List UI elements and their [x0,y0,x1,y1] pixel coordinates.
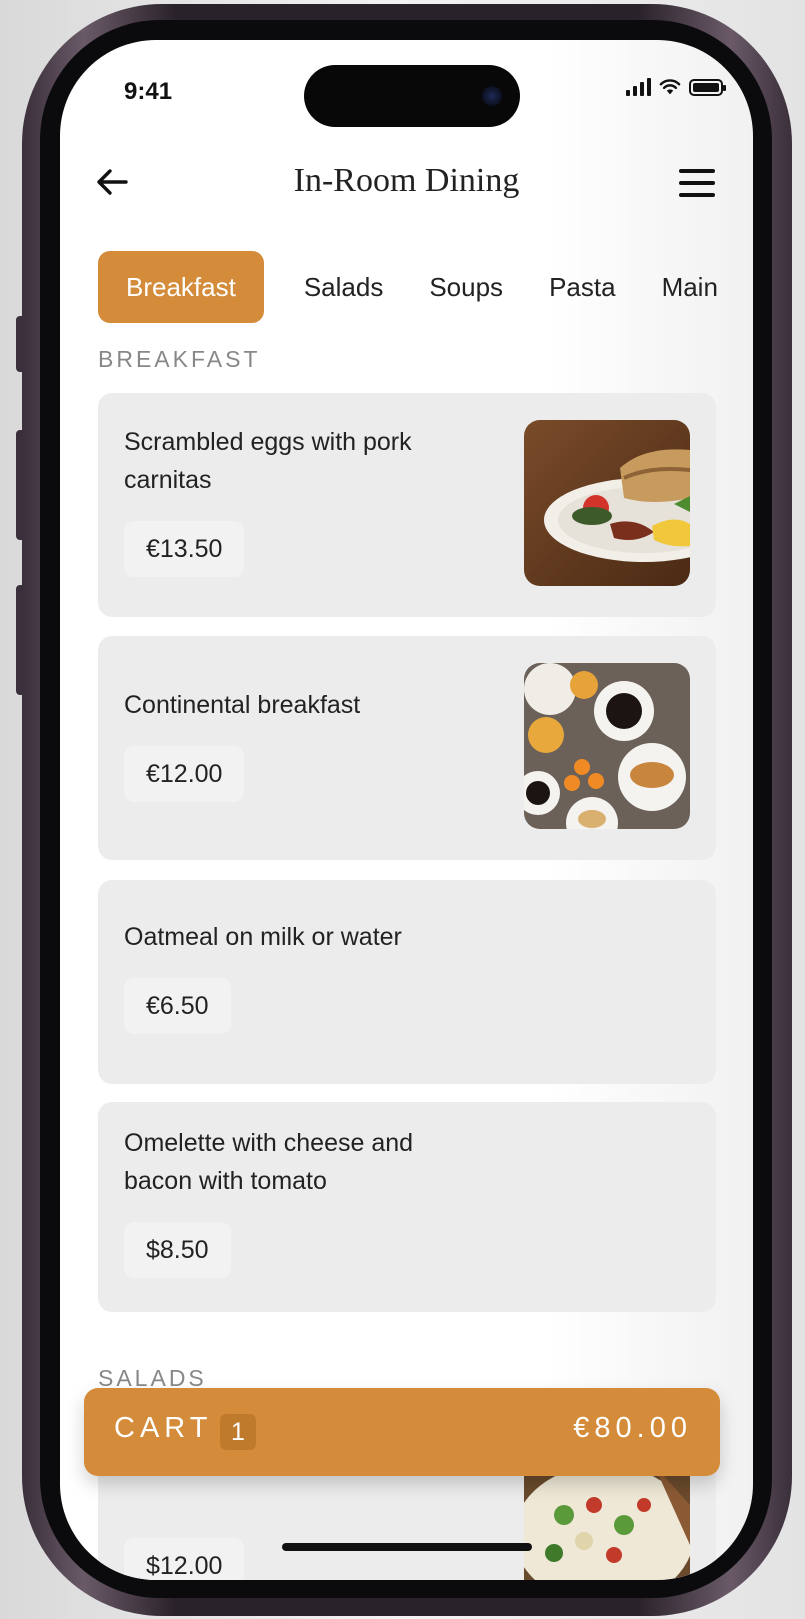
menu-item-card[interactable]: Oatmeal on milk or water €6.50 [98,880,716,1084]
hamburger-menu-icon[interactable] [679,169,715,197]
app-screen: 9:41 In-Room Dining Breakfast Salads Sou… [60,40,753,1580]
menu-item-card[interactable]: Scrambled eggs with pork carnitas €13.50 [98,393,716,617]
menu-item-price: €6.50 [124,978,231,1034]
menu-item-price: $8.50 [124,1222,231,1278]
menu-item-price: €13.50 [124,521,245,577]
menu-item-card[interactable]: Continental breakfast €12.00 [98,636,716,860]
cellular-signal-icon [626,78,651,96]
menu-item-name: Oatmeal on milk or water [124,923,402,951]
breakfast-plate-photo [524,420,690,586]
tab-breakfast[interactable]: Breakfast [98,251,264,323]
continental-breakfast-photo [524,663,690,829]
menu-item-price: €12.00 [124,746,245,802]
cart-total: €80.00 [573,1412,692,1444]
tab-soups[interactable]: Soups [429,251,503,323]
tab-main[interactable]: Main [662,251,718,323]
status-time: 9:41 [124,78,173,105]
page-title: In-Room Dining [293,162,520,199]
dynamic-island [304,65,520,127]
tab-salads[interactable]: Salads [304,251,384,323]
battery-icon [689,79,726,96]
menu-item-name: Scrambled eggs with pork carnitas [124,428,412,494]
home-indicator[interactable] [282,1543,532,1551]
category-tabs: Breakfast Salads Soups Pasta Main [98,251,753,323]
tab-pasta[interactable]: Pasta [549,251,616,323]
menu-item-card[interactable]: Omelette with cheese and bacon with toma… [98,1102,716,1312]
section-label-breakfast: BREAKFAST [98,346,261,372]
camera-icon [482,86,502,106]
cart-count-badge: 1 [220,1414,256,1450]
wifi-icon [659,79,681,95]
menu-item-price: $12.00 [124,1538,245,1580]
menu-item-name: Continental breakfast [124,691,361,719]
menu-item-name: Omelette with cheese and bacon with toma… [124,1129,414,1195]
cart-bar[interactable]: CART 1 €80.00 [84,1388,720,1476]
cart-label: CART [114,1412,213,1444]
status-icons [626,78,726,96]
